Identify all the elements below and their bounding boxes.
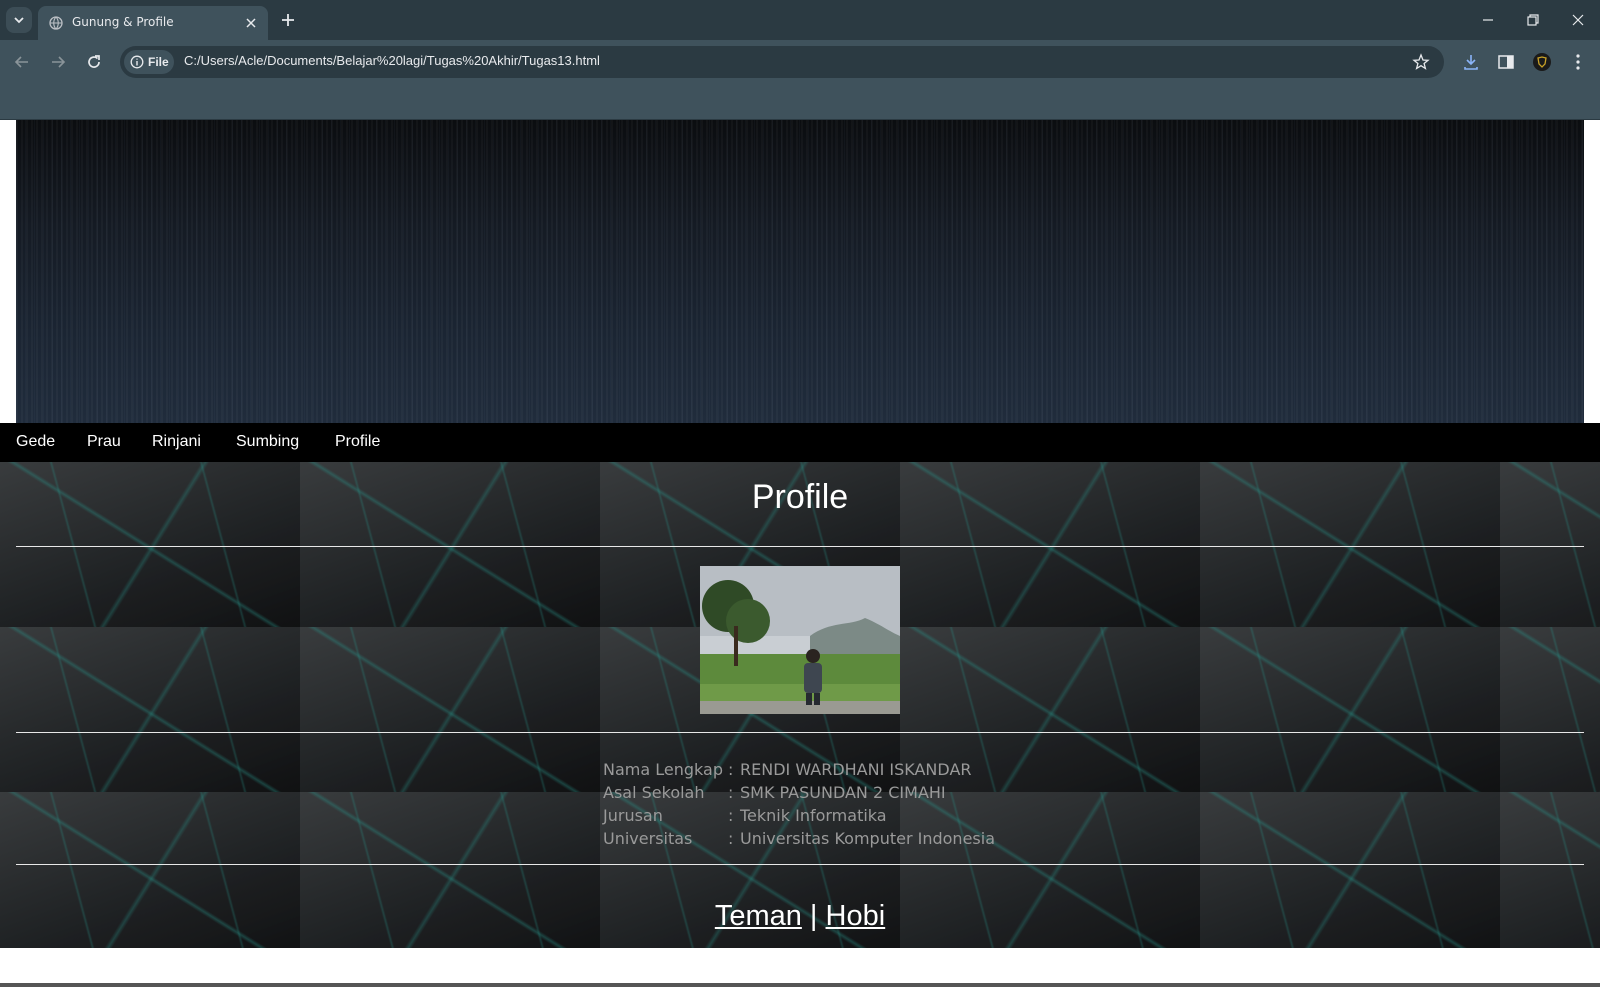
info-label: Jurusan — [603, 806, 663, 825]
nav-link-profile[interactable]: Profile — [335, 433, 380, 451]
info-row: Universitas : Universitas Komputer Indon… — [603, 827, 995, 850]
forward-icon[interactable] — [48, 52, 68, 72]
info-icon — [130, 55, 144, 69]
minimize-icon[interactable] — [1480, 12, 1496, 28]
restore-icon[interactable] — [1525, 12, 1541, 28]
back-icon[interactable] — [12, 52, 32, 72]
menu-icon[interactable] — [1568, 52, 1588, 72]
page-title: Profile — [751, 478, 849, 516]
info-label: Asal Sekolah — [603, 783, 705, 802]
profile-section: Profile Nama Lengkap: RENDI WARDHANI IS… — [0, 462, 1600, 948]
site-info-chip[interactable]: File — [124, 50, 174, 74]
info-row: Jurusan : Teknik Informatika — [603, 804, 995, 827]
site-info-label: File — [148, 55, 169, 69]
tab-search-button[interactable] — [6, 7, 32, 33]
nav-link-gede[interactable]: Gede — [16, 433, 55, 451]
page-bottom-edge — [0, 983, 1600, 987]
window-close-icon[interactable] — [1570, 12, 1586, 28]
nav-link-rinjani[interactable]: Rinjani — [152, 433, 201, 451]
reload-icon[interactable] — [84, 52, 104, 72]
nav-link-sumbing[interactable]: Sumbing — [236, 433, 299, 451]
extension-icon[interactable] — [1532, 52, 1552, 72]
browser-tab[interactable]: Gunung & Profile — [38, 6, 268, 40]
info-separator: : — [728, 760, 734, 779]
bookmark-bar — [0, 84, 1600, 120]
link-divider: | — [809, 900, 818, 932]
profile-photo — [700, 566, 900, 714]
side-panel-icon[interactable] — [1496, 52, 1516, 72]
star-icon[interactable] — [1412, 53, 1430, 71]
info-value: Universitas Komputer Indonesia — [740, 829, 995, 848]
info-value: RENDI WARDHANI ISKANDAR — [740, 760, 972, 779]
link-hobi[interactable]: Hobi — [826, 900, 886, 932]
tab-search-icon — [14, 17, 24, 24]
url-text[interactable]: C:/Users/Acle/Documents/Belajar%20lagi/T… — [184, 53, 600, 68]
info-separator: : — [728, 783, 734, 802]
globe-icon — [49, 16, 63, 30]
web-page: Gede Prau Rinjani Sumbing Profile Profil… — [0, 120, 1600, 987]
browser-toolbar: File C:/Users/Acle/Documents/Belajar%20l… — [0, 40, 1600, 84]
link-teman[interactable]: Teman — [715, 900, 802, 932]
browser-tabstrip: Gunung & Profile — [0, 0, 1600, 40]
divider — [16, 546, 1584, 547]
header-banner-image — [16, 120, 1584, 423]
download-icon[interactable] — [1461, 52, 1481, 72]
profile-info: Nama Lengkap : RENDI WARDHANI ISKANDAR A… — [603, 758, 995, 850]
info-separator: : — [728, 829, 734, 848]
info-row: Asal Sekolah : SMK PASUNDAN 2 CIMAHI — [603, 781, 995, 804]
tab-title: Gunung & Profile — [72, 15, 174, 29]
divider — [16, 732, 1584, 733]
plus-icon[interactable] — [279, 11, 297, 29]
site-navbar: Gede Prau Rinjani Sumbing Profile — [0, 423, 1600, 462]
info-label: Nama Lengkap — [603, 760, 723, 779]
address-bar[interactable]: File C:/Users/Acle/Documents/Belajar%20l… — [120, 46, 1444, 78]
footer-links: Teman | Hobi — [0, 900, 1600, 933]
info-value: Teknik Informatika — [740, 806, 887, 825]
info-row: Nama Lengkap : RENDI WARDHANI ISKANDAR — [603, 758, 995, 781]
divider — [16, 864, 1584, 865]
nav-link-prau[interactable]: Prau — [87, 433, 121, 451]
info-separator: : — [728, 806, 734, 825]
info-value: SMK PASUNDAN 2 CIMAHI — [740, 783, 946, 802]
info-label: Universitas — [603, 829, 693, 848]
close-icon[interactable] — [243, 15, 259, 31]
